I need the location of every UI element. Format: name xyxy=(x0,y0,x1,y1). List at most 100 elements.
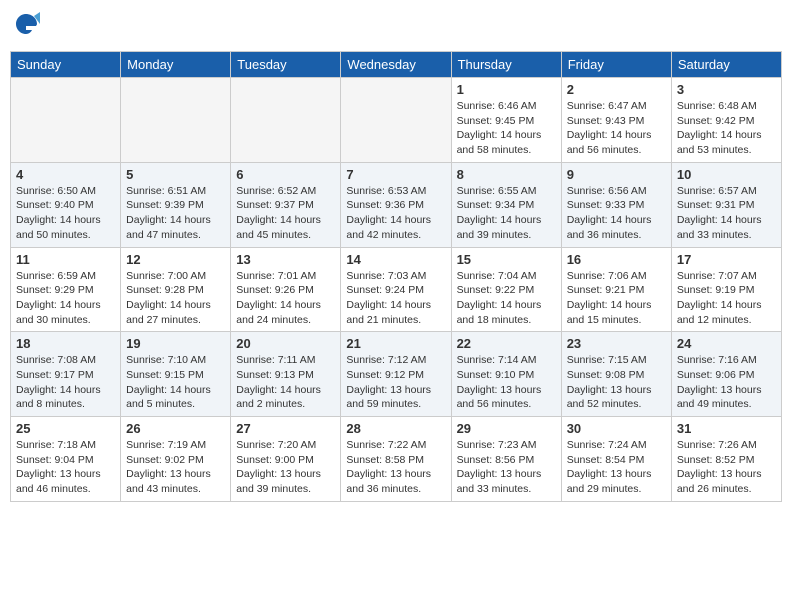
day-number: 14 xyxy=(346,252,445,267)
day-number: 4 xyxy=(16,167,115,182)
logo-icon xyxy=(12,10,40,38)
calendar-header-row: SundayMondayTuesdayWednesdayThursdayFrid… xyxy=(11,52,782,78)
calendar-cell: 2Sunrise: 6:47 AM Sunset: 9:43 PM Daylig… xyxy=(561,78,671,163)
day-number: 31 xyxy=(677,421,776,436)
calendar-cell: 31Sunrise: 7:26 AM Sunset: 8:52 PM Dayli… xyxy=(671,417,781,502)
calendar-cell: 29 Sunrise: 7:23 AM Sunset: 8:56 PM Dayli… xyxy=(451,417,561,502)
day-info: Sunrise: 7:18 AM Sunset: 9:04 PM Dayligh… xyxy=(16,438,115,497)
calendar-cell: 12 Sunrise: 7:00 AM Sunset: 9:28 PM Dayli… xyxy=(121,247,231,332)
day-info: Sunrise: 6:59 AM Sunset: 9:29 PM Dayligh… xyxy=(16,269,115,328)
day-info: Sunrise: 6:51 AM Sunset: 9:39 PM Dayligh… xyxy=(126,184,225,243)
day-info: Sunrise: 7:14 AM Sunset: 9:10 PM Dayligh… xyxy=(457,353,556,412)
calendar-week-5: 25 Sunrise: 7:18 AM Sunset: 9:04 PM Dayli… xyxy=(11,417,782,502)
day-info: Sunrise: 7:23 AM Sunset: 8:56 PM Dayligh… xyxy=(457,438,556,497)
day-info: Sunrise: 6:50 AM Sunset: 9:40 PM Dayligh… xyxy=(16,184,115,243)
day-number: 10 xyxy=(677,167,776,182)
calendar-cell: 22 Sunrise: 7:14 AM Sunset: 9:10 PM Dayli… xyxy=(451,332,561,417)
day-number: 8 xyxy=(457,167,556,182)
day-number: 13 xyxy=(236,252,335,267)
day-number: 28 xyxy=(346,421,445,436)
day-info: Sunrise: 7:10 AM Sunset: 9:15 PM Dayligh… xyxy=(126,353,225,412)
day-number: 18 xyxy=(16,336,115,351)
day-info: Sunrise: 7:03 AM Sunset: 9:24 PM Dayligh… xyxy=(346,269,445,328)
day-info: Sunrise: 7:04 AM Sunset: 9:22 PM Dayligh… xyxy=(457,269,556,328)
day-number: 30 xyxy=(567,421,666,436)
calendar-cell: 23 Sunrise: 7:15 AM Sunset: 9:08 PM Dayli… xyxy=(561,332,671,417)
day-number: 16 xyxy=(567,252,666,267)
calendar-cell: 20 Sunrise: 7:11 AM Sunset: 9:13 PM Dayli… xyxy=(231,332,341,417)
calendar-cell: 18 Sunrise: 7:08 AM Sunset: 9:17 PM Dayli… xyxy=(11,332,121,417)
day-info: Sunrise: 7:24 AM Sunset: 8:54 PM Dayligh… xyxy=(567,438,666,497)
calendar-cell xyxy=(121,78,231,163)
calendar-cell: 11Sunrise: 6:59 AM Sunset: 9:29 PM Dayli… xyxy=(11,247,121,332)
day-info: Sunrise: 7:19 AM Sunset: 9:02 PM Dayligh… xyxy=(126,438,225,497)
calendar-cell: 1 Sunrise: 6:46 AM Sunset: 9:45 PM Daylig… xyxy=(451,78,561,163)
day-number: 24 xyxy=(677,336,776,351)
calendar-cell: 9Sunrise: 6:56 AM Sunset: 9:33 PM Daylig… xyxy=(561,162,671,247)
day-info: Sunrise: 7:00 AM Sunset: 9:28 PM Dayligh… xyxy=(126,269,225,328)
day-number: 23 xyxy=(567,336,666,351)
calendar-week-1: 1 Sunrise: 6:46 AM Sunset: 9:45 PM Daylig… xyxy=(11,78,782,163)
day-number: 6 xyxy=(236,167,335,182)
day-number: 20 xyxy=(236,336,335,351)
day-info: Sunrise: 7:20 AM Sunset: 9:00 PM Dayligh… xyxy=(236,438,335,497)
page-header xyxy=(10,10,782,43)
day-number: 27 xyxy=(236,421,335,436)
day-number: 17 xyxy=(677,252,776,267)
calendar-table: SundayMondayTuesdayWednesdayThursdayFrid… xyxy=(10,51,782,502)
day-info: Sunrise: 7:08 AM Sunset: 9:17 PM Dayligh… xyxy=(16,353,115,412)
calendar-cell: 7 Sunrise: 6:53 AM Sunset: 9:36 PM Daylig… xyxy=(341,162,451,247)
day-header-wednesday: Wednesday xyxy=(341,52,451,78)
day-header-tuesday: Tuesday xyxy=(231,52,341,78)
day-header-sunday: Sunday xyxy=(11,52,121,78)
day-info: Sunrise: 6:48 AM Sunset: 9:42 PM Dayligh… xyxy=(677,99,776,158)
day-info: Sunrise: 6:46 AM Sunset: 9:45 PM Dayligh… xyxy=(457,99,556,158)
day-info: Sunrise: 7:11 AM Sunset: 9:13 PM Dayligh… xyxy=(236,353,335,412)
logo-wordmark xyxy=(10,10,40,43)
logo xyxy=(10,10,40,43)
day-info: Sunrise: 6:52 AM Sunset: 9:37 PM Dayligh… xyxy=(236,184,335,243)
day-number: 25 xyxy=(16,421,115,436)
calendar-week-4: 18 Sunrise: 7:08 AM Sunset: 9:17 PM Dayli… xyxy=(11,332,782,417)
day-info: Sunrise: 6:55 AM Sunset: 9:34 PM Dayligh… xyxy=(457,184,556,243)
day-number: 22 xyxy=(457,336,556,351)
calendar-cell: 5 Sunrise: 6:51 AM Sunset: 9:39 PM Daylig… xyxy=(121,162,231,247)
day-number: 1 xyxy=(457,82,556,97)
day-number: 2 xyxy=(567,82,666,97)
day-number: 9 xyxy=(567,167,666,182)
calendar-cell: 8 Sunrise: 6:55 AM Sunset: 9:34 PM Daylig… xyxy=(451,162,561,247)
day-header-friday: Friday xyxy=(561,52,671,78)
day-number: 19 xyxy=(126,336,225,351)
calendar-cell: 3Sunrise: 6:48 AM Sunset: 9:42 PM Daylig… xyxy=(671,78,781,163)
day-header-monday: Monday xyxy=(121,52,231,78)
calendar-cell: 16 Sunrise: 7:06 AM Sunset: 9:21 PM Dayli… xyxy=(561,247,671,332)
day-info: Sunrise: 7:06 AM Sunset: 9:21 PM Dayligh… xyxy=(567,269,666,328)
day-header-saturday: Saturday xyxy=(671,52,781,78)
calendar-cell: 28 Sunrise: 7:22 AM Sunset: 8:58 PM Dayli… xyxy=(341,417,451,502)
calendar-cell xyxy=(231,78,341,163)
calendar-cell xyxy=(11,78,121,163)
calendar-cell: 25 Sunrise: 7:18 AM Sunset: 9:04 PM Dayli… xyxy=(11,417,121,502)
calendar-cell: 21Sunrise: 7:12 AM Sunset: 9:12 PM Dayli… xyxy=(341,332,451,417)
calendar-cell: 14 Sunrise: 7:03 AM Sunset: 9:24 PM Dayli… xyxy=(341,247,451,332)
day-info: Sunrise: 7:15 AM Sunset: 9:08 PM Dayligh… xyxy=(567,353,666,412)
calendar-cell: 27 Sunrise: 7:20 AM Sunset: 9:00 PM Dayli… xyxy=(231,417,341,502)
day-number: 21 xyxy=(346,336,445,351)
day-number: 12 xyxy=(126,252,225,267)
day-info: Sunrise: 7:16 AM Sunset: 9:06 PM Dayligh… xyxy=(677,353,776,412)
calendar-cell: 24 Sunrise: 7:16 AM Sunset: 9:06 PM Dayli… xyxy=(671,332,781,417)
calendar-cell: 10 Sunrise: 6:57 AM Sunset: 9:31 PM Dayli… xyxy=(671,162,781,247)
calendar-cell: 13Sunrise: 7:01 AM Sunset: 9:26 PM Dayli… xyxy=(231,247,341,332)
day-info: Sunrise: 6:57 AM Sunset: 9:31 PM Dayligh… xyxy=(677,184,776,243)
day-number: 29 xyxy=(457,421,556,436)
day-info: Sunrise: 7:22 AM Sunset: 8:58 PM Dayligh… xyxy=(346,438,445,497)
calendar-week-2: 4 Sunrise: 6:50 AM Sunset: 9:40 PM Daylig… xyxy=(11,162,782,247)
day-info: Sunrise: 6:53 AM Sunset: 9:36 PM Dayligh… xyxy=(346,184,445,243)
day-number: 26 xyxy=(126,421,225,436)
calendar-cell: 19 Sunrise: 7:10 AM Sunset: 9:15 PM Dayli… xyxy=(121,332,231,417)
day-number: 5 xyxy=(126,167,225,182)
day-number: 7 xyxy=(346,167,445,182)
calendar-week-3: 11Sunrise: 6:59 AM Sunset: 9:29 PM Dayli… xyxy=(11,247,782,332)
day-number: 15 xyxy=(457,252,556,267)
calendar-cell: 6 Sunrise: 6:52 AM Sunset: 9:37 PM Daylig… xyxy=(231,162,341,247)
